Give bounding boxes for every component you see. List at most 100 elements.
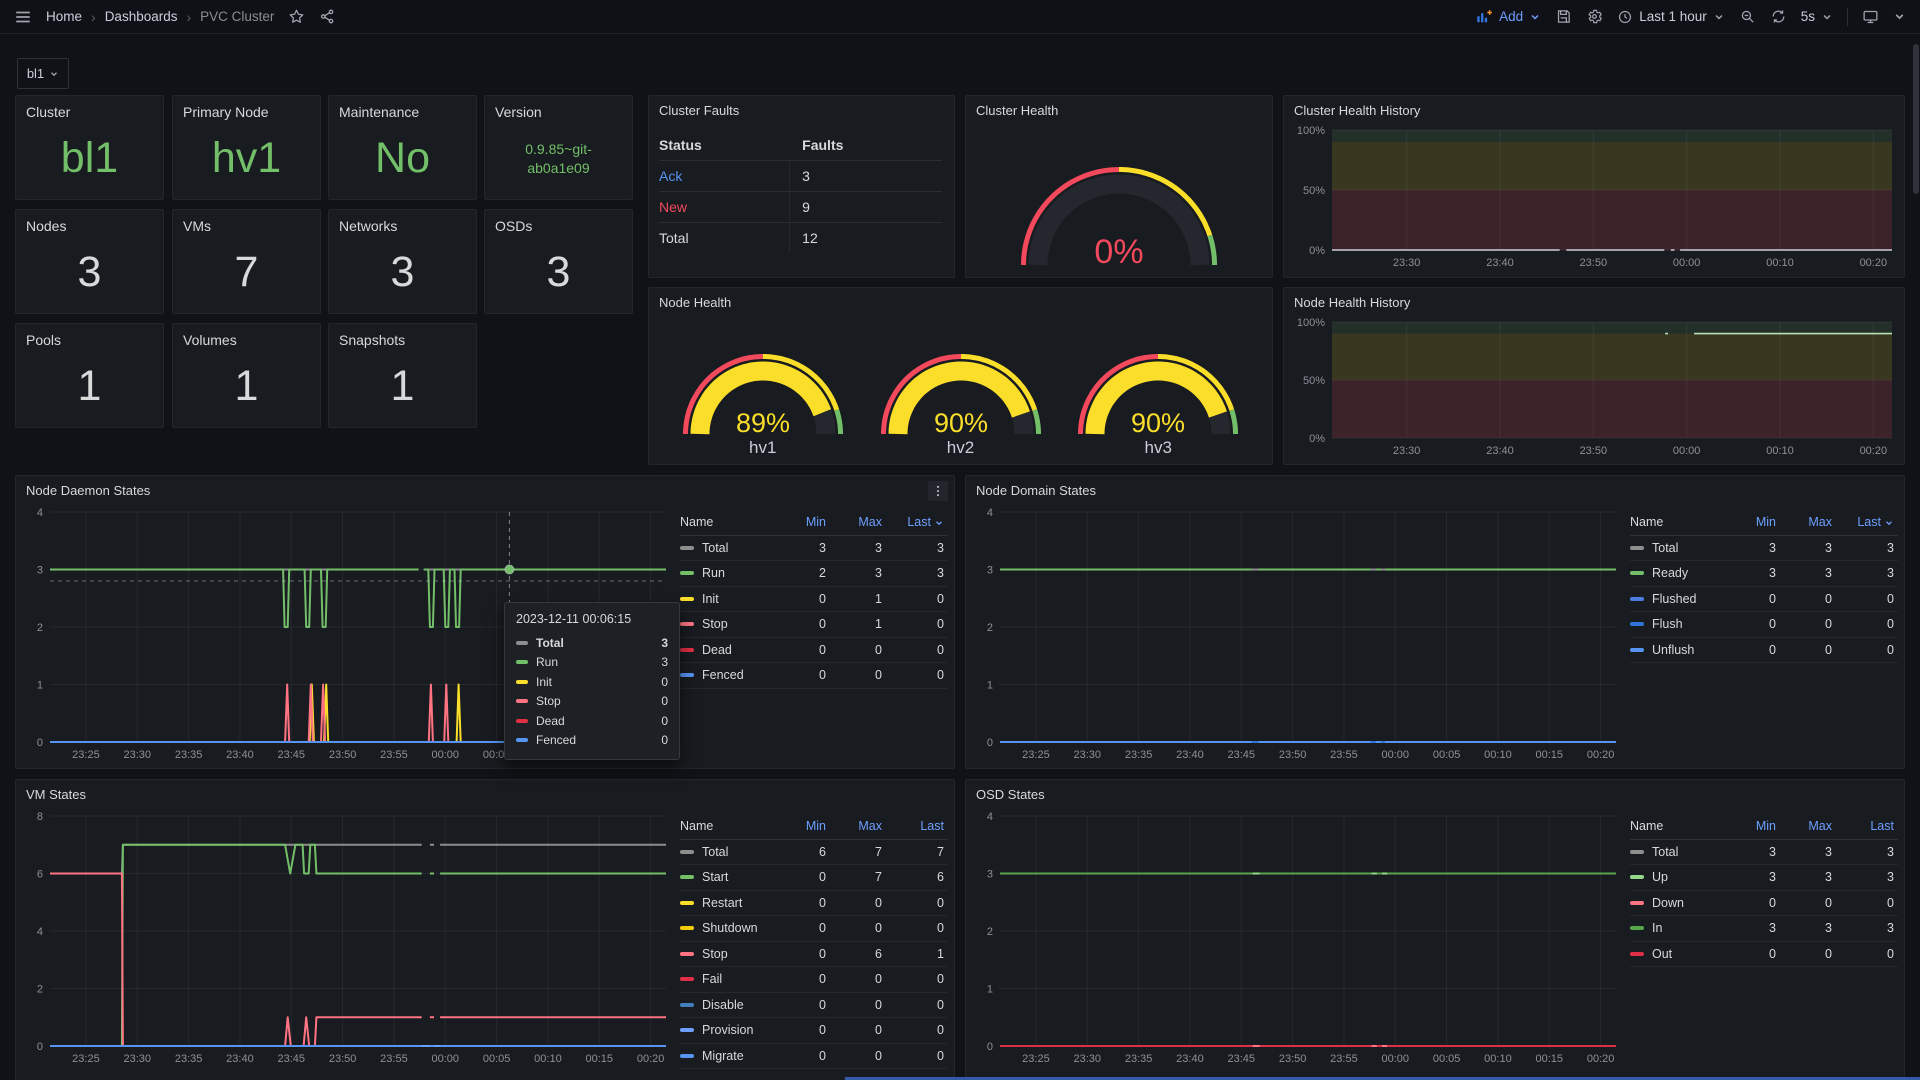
legend-header-min[interactable]: Min (1730, 819, 1780, 833)
legend-series-flush[interactable]: Flush (1630, 617, 1730, 631)
share-icon[interactable] (319, 8, 336, 25)
variable-selector[interactable]: bl1 (17, 58, 69, 89)
legend-series-provision[interactable]: Provision (680, 1023, 780, 1037)
time-range-picker[interactable]: Last 1 hour (1617, 9, 1725, 25)
chevron-down-icon[interactable] (1893, 10, 1906, 23)
legend-header-max[interactable]: Max (830, 819, 886, 833)
legend-series-in[interactable]: In (1630, 921, 1730, 935)
tv-mode-icon[interactable] (1862, 8, 1879, 25)
svg-text:3: 3 (37, 565, 43, 577)
legend-series-up[interactable]: Up (1630, 870, 1730, 884)
tooltip-row: Run3 (516, 653, 668, 673)
scrollbar-thumb[interactable] (1913, 44, 1919, 194)
legend-header-name[interactable]: Name (1630, 515, 1730, 529)
legend-header-min[interactable]: Min (780, 515, 830, 529)
stat-title: OSDs (495, 218, 532, 234)
legend-series-shutdown[interactable]: Shutdown (680, 921, 780, 935)
legend-header-name[interactable]: Name (1630, 819, 1730, 833)
panel-menu-icon[interactable] (928, 481, 948, 501)
legend-min-value: 3 (1730, 566, 1780, 580)
legend-min-value: 0 (1730, 617, 1780, 631)
panel-title: Cluster Faults (659, 103, 739, 118)
legend-series-run[interactable]: Run (680, 566, 780, 580)
legend-header-max[interactable]: Max (1780, 819, 1836, 833)
legend-header-max[interactable]: Max (830, 515, 886, 529)
add-button[interactable]: Add (1475, 8, 1541, 26)
save-dashboard-icon[interactable] (1555, 8, 1572, 25)
refresh-icon[interactable] (1770, 8, 1787, 25)
legend-series-restart[interactable]: Restart (680, 896, 780, 910)
legend-header-name[interactable]: Name (680, 515, 780, 529)
svg-text:23:55: 23:55 (1330, 749, 1358, 761)
svg-text:00:15: 00:15 (586, 1053, 614, 1065)
legend-series-total[interactable]: Total (1630, 541, 1730, 555)
zoom-out-icon[interactable] (1739, 8, 1756, 25)
series-color-swatch (1630, 648, 1644, 652)
legend-row: Init010 (680, 587, 948, 613)
legend-header-name[interactable]: Name (680, 819, 780, 833)
legend-series-total[interactable]: Total (680, 541, 780, 555)
legend-series-total[interactable]: Total (1630, 845, 1730, 859)
chevron-down-icon (49, 69, 59, 79)
hamburger-menu-icon[interactable] (14, 8, 32, 26)
svg-text:23:40: 23:40 (1176, 1053, 1204, 1065)
star-icon[interactable] (288, 8, 305, 25)
svg-text:23:30: 23:30 (1393, 257, 1421, 269)
legend-series-disable[interactable]: Disable (680, 998, 780, 1012)
legend-series-down[interactable]: Down (1630, 896, 1730, 910)
table-row: Ack3 (659, 161, 942, 192)
legend-series-ready[interactable]: Ready (1630, 566, 1730, 580)
legend-header-min[interactable]: Min (1730, 515, 1780, 529)
legend-series-out[interactable]: Out (1630, 947, 1730, 961)
legend-header-last[interactable]: Last (886, 515, 948, 529)
svg-text:2: 2 (987, 622, 993, 634)
legend-series-dead[interactable]: Dead (680, 643, 780, 657)
svg-text:00:20: 00:20 (1860, 445, 1888, 457)
breadcrumb-separator: › (186, 9, 191, 25)
refresh-interval-picker[interactable]: 5s (1801, 9, 1833, 24)
legend-header-max[interactable]: Max (1780, 515, 1836, 529)
stat-panel-networks: Networks 3 (328, 209, 477, 314)
node-domain-states-chart[interactable]: 0123423:2523:3023:3523:4023:4523:5023:55… (972, 502, 1624, 764)
stat-value: 3 (20, 236, 159, 309)
legend-series-total[interactable]: Total (680, 845, 780, 859)
legend-row: Fenced000 (680, 663, 948, 689)
legend-series-fenced[interactable]: Fenced (680, 668, 780, 682)
breadcrumb-dashboards[interactable]: Dashboards (105, 9, 178, 24)
svg-text:00:10: 00:10 (1766, 257, 1794, 269)
osd-states-chart[interactable]: 0123423:2523:3023:3523:4023:4523:5023:55… (972, 806, 1624, 1068)
svg-text:23:50: 23:50 (329, 749, 357, 761)
stat-panel-primary-node: Primary Node hv1 (172, 95, 321, 200)
legend-series-stop[interactable]: Stop (680, 617, 780, 631)
legend-min-value: 0 (780, 1049, 830, 1063)
legend-min-value: 0 (780, 592, 830, 606)
legend-min-value: 3 (1730, 921, 1780, 935)
legend-header-last[interactable]: Last (886, 819, 948, 833)
legend-series-unflush[interactable]: Unflush (1630, 643, 1730, 657)
legend-min-value: 0 (780, 972, 830, 986)
legend-row: Up333 (1630, 865, 1898, 891)
cluster-health-history-chart[interactable]: 0%50%100%23:3023:4023:5000:0000:1000:20 (1288, 120, 1900, 272)
table-header-status[interactable]: Status (659, 130, 789, 160)
legend-row: Dead000 (680, 638, 948, 664)
legend-series-fail[interactable]: Fail (680, 972, 780, 986)
svg-text:50%: 50% (1303, 375, 1325, 387)
legend-series-migrate[interactable]: Migrate (680, 1049, 780, 1063)
variable-value: bl1 (27, 66, 44, 81)
legend-row: Disable000 (680, 993, 948, 1019)
legend-series-flushed[interactable]: Flushed (1630, 592, 1730, 606)
legend-header-last[interactable]: Last (1836, 515, 1898, 529)
breadcrumb-home[interactable]: Home (46, 9, 82, 24)
legend-series-stop[interactable]: Stop (680, 947, 780, 961)
settings-gear-icon[interactable] (1586, 8, 1603, 25)
table-header-faults[interactable]: Faults (789, 130, 942, 160)
legend-header-last[interactable]: Last (1836, 819, 1898, 833)
vm-states-chart[interactable]: 0246823:2523:3023:3523:4023:4523:5023:55… (22, 806, 674, 1068)
svg-text:6: 6 (37, 869, 43, 881)
legend-series-start[interactable]: Start (680, 870, 780, 884)
legend-header-min[interactable]: Min (780, 819, 830, 833)
node-health-history-chart[interactable]: 0%50%100%23:3023:4023:5000:0000:1000:20 (1288, 312, 1900, 460)
stat-title: VMs (183, 218, 211, 234)
legend-min-value: 3 (1730, 845, 1780, 859)
legend-series-init[interactable]: Init (680, 592, 780, 606)
